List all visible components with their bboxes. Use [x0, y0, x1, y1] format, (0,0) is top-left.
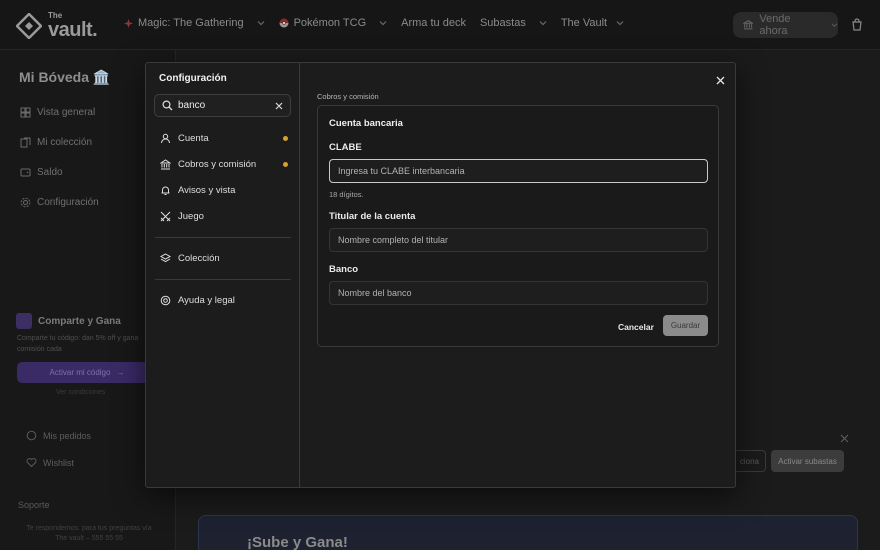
clabe-hint: 18 dígitos. — [329, 190, 364, 199]
notification-dot — [283, 162, 288, 167]
settings-search-input[interactable] — [178, 100, 268, 111]
settings-title: Configuración — [159, 73, 227, 84]
banco-label: Banco — [329, 264, 359, 275]
divider — [155, 237, 291, 238]
settings-nav-juego[interactable]: Juego — [160, 211, 288, 222]
close-icon[interactable] — [716, 76, 725, 85]
bank-icon — [160, 159, 171, 170]
settings-search[interactable] — [154, 94, 291, 117]
clabe-label: CLABE — [329, 142, 362, 153]
settings-nav-label: Ayuda y legal — [178, 295, 235, 306]
notification-dot — [283, 136, 288, 141]
settings-nav-label: Cobros y comisión — [178, 159, 257, 170]
clabe-input[interactable] — [329, 159, 708, 183]
swords-icon — [160, 211, 171, 222]
user-icon — [161, 133, 170, 144]
settings-nav-coleccion[interactable]: Colección — [160, 253, 288, 264]
search-icon — [162, 100, 173, 111]
lifebuoy-icon — [160, 295, 171, 306]
settings-nav-label: Avisos y vista — [178, 185, 236, 196]
settings-nav-label: Colección — [178, 253, 220, 264]
settings-nav-cuenta[interactable]: Cuenta — [160, 133, 288, 144]
settings-nav-ayuda[interactable]: Ayuda y legal — [160, 295, 288, 306]
settings-sidebar: Configuración Cuenta Cobros y comisión A… — [146, 63, 300, 487]
bank-account-title: Cuenta bancaria — [329, 118, 403, 129]
banco-input[interactable] — [329, 281, 708, 305]
titular-input[interactable] — [329, 228, 708, 252]
settings-nav-avisos[interactable]: Avisos y vista — [160, 185, 288, 196]
settings-content: Cobros y comisión Cuenta bancaria CLABE … — [301, 63, 735, 487]
settings-nav-label: Juego — [178, 211, 204, 222]
save-button[interactable]: Guardar — [663, 315, 708, 336]
layers-icon — [160, 253, 171, 263]
bell-icon — [161, 186, 170, 195]
settings-modal: Configuración Cuenta Cobros y comisión A… — [145, 62, 736, 488]
settings-nav-cobros[interactable]: Cobros y comisión — [160, 159, 288, 170]
bank-account-card: Cuenta bancaria CLABE 18 dígitos. Titula… — [317, 105, 719, 347]
clear-search-icon[interactable] — [275, 102, 283, 110]
breadcrumb: Cobros y comisión — [317, 92, 379, 101]
titular-label: Titular de la cuenta — [329, 211, 416, 222]
settings-nav-label: Cuenta — [178, 133, 209, 144]
cancel-button[interactable]: Cancelar — [618, 322, 654, 332]
divider — [155, 279, 291, 280]
